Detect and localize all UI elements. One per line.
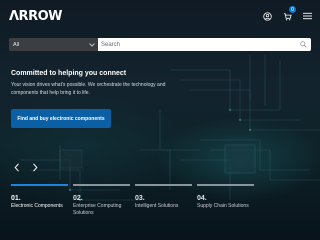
tab-enterprise-computing-solutions[interactable]: 02. Enterprise Computing Solutions <box>73 184 130 217</box>
search-input[interactable]: Search <box>98 38 311 51</box>
tab-label: Supply Chain Solutions <box>197 203 249 209</box>
hamburger-icon <box>302 12 312 20</box>
tab-number: 01. <box>11 195 21 202</box>
tab-intelligent-solutions[interactable]: 03. Intelligent Solutions <box>135 184 192 217</box>
carousel-prev-button[interactable] <box>12 162 22 172</box>
search-icon[interactable] <box>300 41 307 48</box>
search-category-value: All <box>13 41 20 48</box>
chevron-down-icon <box>89 42 95 47</box>
tab-label: Electronic Components <box>11 203 63 209</box>
search-placeholder: Search <box>101 41 121 48</box>
cart-count-badge: 0 <box>289 6 296 13</box>
tab-number: 03. <box>135 195 145 202</box>
top-navigation: ΛRROW 0 <box>0 0 320 32</box>
tab-supply-chain-solutions[interactable]: 04. Supply Chain Solutions <box>197 184 254 217</box>
tab-number: 02. <box>73 195 83 202</box>
search-bar: All Search <box>9 38 311 51</box>
cart-icon-glyph <box>283 12 292 20</box>
tab-number: 04. <box>197 195 207 202</box>
cart-icon[interactable]: 0 <box>282 6 296 21</box>
find-components-button[interactable]: Find and buy electronic components <box>11 109 111 128</box>
hero-title: Committed to helping you connect <box>11 70 127 77</box>
header-actions: 0 <box>262 6 312 21</box>
search-category-select[interactable]: All <box>9 38 98 51</box>
chevron-right-icon <box>33 162 38 172</box>
menu-icon[interactable] <box>302 11 312 21</box>
user-icon-glyph <box>262 11 272 21</box>
chevron-left-icon <box>14 162 19 172</box>
tab-label: Enterprise Computing Solutions <box>73 203 122 216</box>
user-icon[interactable] <box>262 11 272 21</box>
solutions-tabs: 01. Electronic Components 02. Enterprise… <box>11 184 311 217</box>
tab-label: Intelligent Solutions <box>135 203 179 209</box>
carousel-next-button[interactable] <box>30 162 40 172</box>
arrow-logo[interactable]: ΛRROW <box>9 9 62 24</box>
hero-description: Your vision drives what's possible. We o… <box>11 82 166 96</box>
tab-electronic-components[interactable]: 01. Electronic Components <box>11 184 68 217</box>
